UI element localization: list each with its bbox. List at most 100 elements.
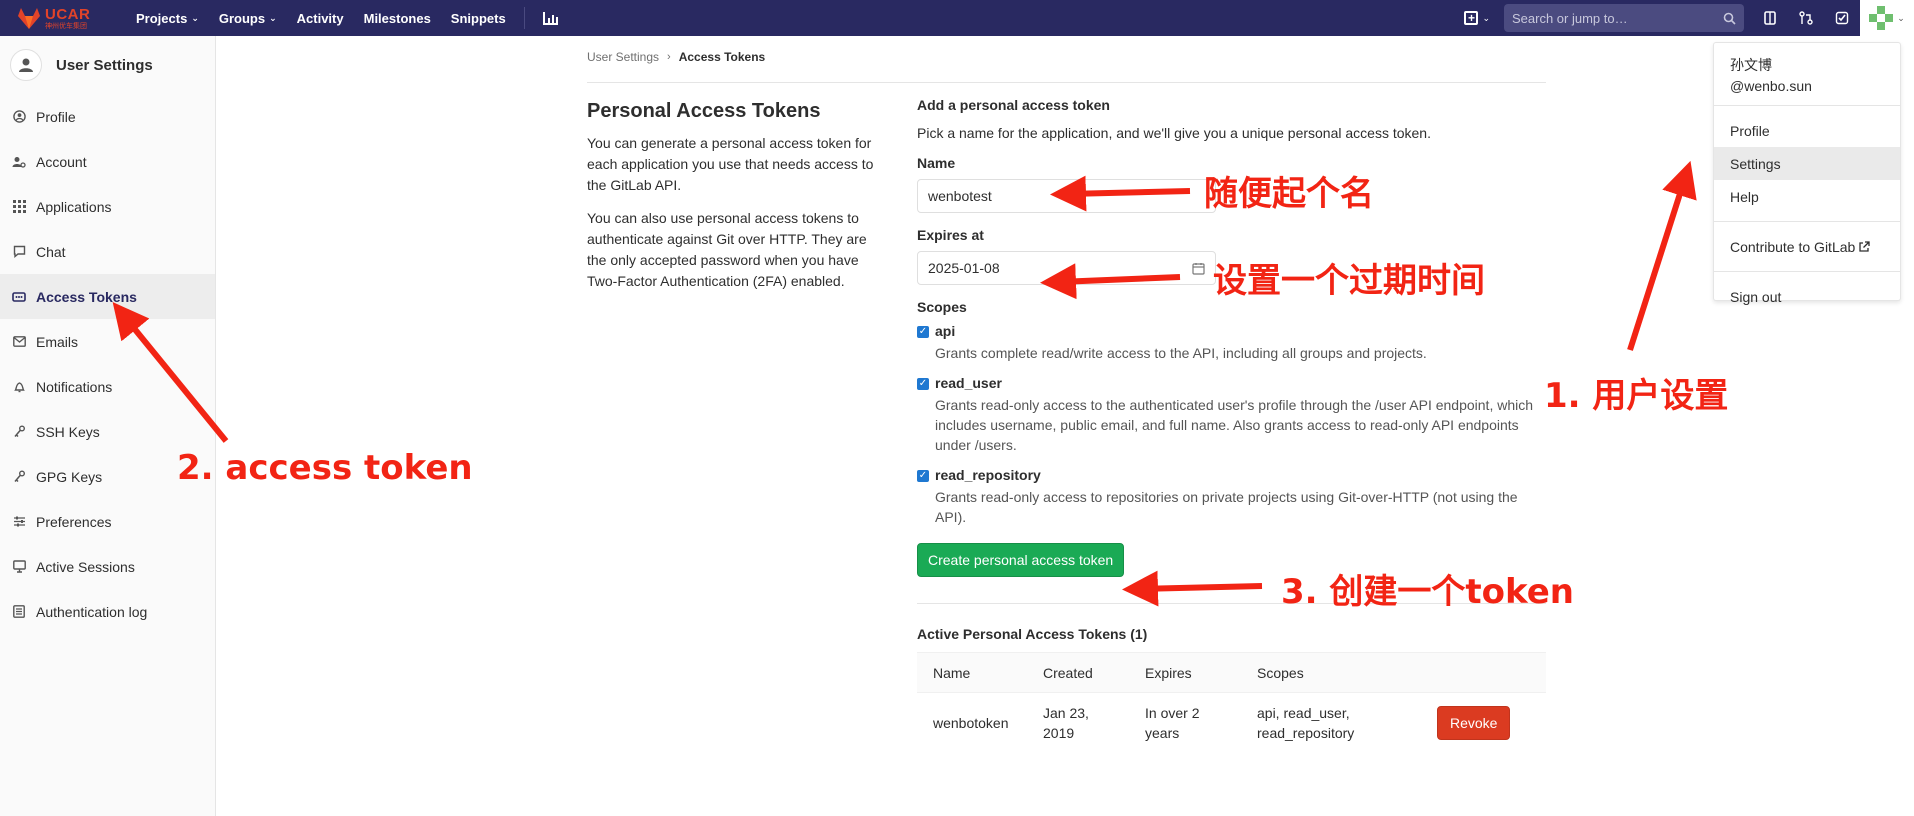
intro-section: Personal Access Tokens You can generate … [587,100,887,304]
applications-icon [12,200,26,214]
dropdown-contribute[interactable]: Contribute to GitLab [1714,230,1900,263]
dropdown-help[interactable]: Help [1714,180,1900,213]
sidebar-item-label: Chat [36,243,66,260]
key-icon [12,470,26,484]
expires-field-value: 2025-01-08 [928,260,1000,276]
column-header: Scopes [1241,652,1421,693]
divider [587,82,1546,83]
annotation-step2: 2. access token [177,448,473,488]
settings-sidebar: User Settings Profile Account Applications… [0,36,216,816]
dropdown-profile[interactable]: Profile [1714,114,1900,147]
sidebar-item-notifications[interactable]: Notifications [0,364,215,409]
breadcrumb-parent[interactable]: User Settings [587,50,659,64]
user-name: 孙文博 [1730,57,1772,73]
sliders-icon [12,515,26,529]
nav-snippets[interactable]: Snippets [451,11,506,26]
intro-paragraph-2: You can also use personal access tokens … [587,210,867,289]
nav-groups-label: Groups [218,10,266,26]
column-header: Name [917,652,1027,693]
checkbox-read-repository[interactable]: ✓ [917,470,929,482]
chevron-down-icon: ⌄ [269,12,277,23]
token-name: wenbotoken [917,692,1027,753]
sidebar-item-chat[interactable]: Chat [0,229,215,274]
scope-name: read_repository [935,467,1041,483]
sidebar-item-access-tokens[interactable]: Access Tokens [0,274,215,319]
nav-projects-label: Projects [136,10,188,26]
sidebar-item-applications[interactable]: Applications [0,184,215,229]
merge-requests-icon[interactable] [1788,0,1824,36]
nav-milestones[interactable]: Milestones [364,11,431,26]
arrow-settings [1627,160,1697,351]
sidebar-item-label: Emails [36,333,79,350]
logo-subtext: 神州优车集团 [45,22,87,30]
nav-divider [523,7,525,29]
scope-desc: Grants complete read/write access to the… [935,345,1427,361]
calendar-icon[interactable] [1192,262,1205,275]
top-navbar: UCAR 神州优车集团 Projects ⌄ Groups ⌄ Activity M… [0,0,1914,36]
sidebar-item-label: Account [36,153,87,170]
revoke-button[interactable]: Revoke [1437,706,1511,740]
sidebar-item-label: Preferences [36,513,112,530]
divider [1714,105,1900,106]
nav-activity[interactable]: Activity [297,11,344,26]
sidebar-item-preferences[interactable]: Preferences [0,499,215,544]
nav-projects[interactable]: Projects ⌄ [136,11,199,26]
issues-icon[interactable] [1752,0,1788,36]
divider [1714,221,1900,222]
scope-api: ✓ api Grants complete read/write access … [917,323,1546,363]
form-heading: Add a personal access token [917,97,1110,113]
annotation-name-hint: 随便起个名 [1204,174,1374,214]
search-placeholder: Search or jump to… [1512,10,1628,26]
scope-name: api [935,323,956,339]
form-description: Pick a name for the application, and we'… [917,125,1431,141]
new-dropdown-button[interactable]: + ⌄ [1464,11,1490,25]
checkbox-api[interactable]: ✓ [917,326,929,338]
avatar [1869,6,1894,30]
divider [1714,271,1900,272]
account-icon [12,155,26,169]
chevron-down-icon: ⌄ [1897,12,1905,23]
nav-groups[interactable]: Groups ⌄ [219,11,277,26]
dropdown-settings[interactable]: Settings [1714,147,1900,180]
sidebar-item-active-sessions[interactable]: Active Sessions [0,544,215,589]
sidebar-item-authentication-log[interactable]: Authentication log [0,589,215,634]
scope-name: read_user [935,375,1002,391]
annotation-step1: 1. 用户设置 [1544,376,1729,416]
chart-icon[interactable] [542,11,559,25]
scope-read-user: ✓ read_user Grants read-only access to t… [917,375,1546,455]
expires-field[interactable]: 2025-01-08 [917,251,1216,285]
checkbox-read-user[interactable]: ✓ [917,378,929,390]
token-created: Jan 23, 2019 [1027,692,1129,753]
user-menu-button[interactable]: ⌄ [1860,0,1914,36]
contribute-label: Contribute to GitLab [1730,238,1856,255]
sidebar-item-label: Access Tokens [36,288,137,305]
plus-icon: + [1464,11,1479,25]
breadcrumb: User Settings › Access Tokens [587,50,765,64]
sidebar-item-profile[interactable]: Profile [0,94,215,139]
ucar-logo[interactable]: UCAR 神州优车集团 [16,3,116,33]
sidebar-item-label: SSH Keys [36,423,100,440]
token-icon [12,290,26,304]
column-header-actions [1421,652,1546,693]
table-header-row: Name Created Expires Scopes [917,652,1546,693]
sidebar-item-account[interactable]: Account [0,139,215,184]
create-token-button[interactable]: Create personal access token [917,543,1125,577]
scope-read-repository: ✓ read_repository Grants read-only acces… [917,467,1546,527]
chat-icon [12,245,26,259]
token-expires: In over 2 years [1129,692,1241,753]
breadcrumb-current[interactable]: Access Tokens [679,50,766,64]
annotation-expires-hint: 设置一个过期时间 [1213,261,1485,301]
todos-icon[interactable] [1824,0,1860,36]
sidebar-header[interactable]: User Settings [0,36,215,94]
name-field[interactable]: wenbotest [917,179,1216,213]
search-input[interactable]: Search or jump to… [1504,4,1744,32]
key-icon [12,425,26,439]
chevron-down-icon: ⌄ [191,12,199,23]
fox-logo-icon [18,8,40,29]
dropdown-user-info: 孙文博 @wenbo.sun [1714,43,1900,97]
log-icon [12,605,26,619]
sidebar-item-emails[interactable]: Emails [0,319,215,364]
user-dropdown-menu: 孙文博 @wenbo.sun Profile Settings Help Con… [1713,42,1901,305]
active-tokens-heading: Active Personal Access Tokens (1) [917,626,1148,642]
dropdown-signout[interactable]: Sign out [1714,280,1900,313]
